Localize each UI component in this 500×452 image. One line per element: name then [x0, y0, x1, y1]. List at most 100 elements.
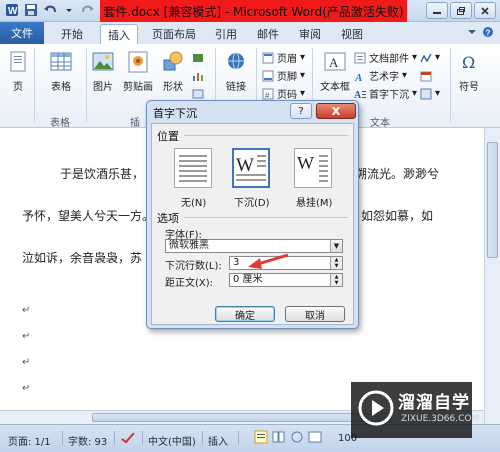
clipart-label: 剪贴画 [123, 82, 153, 93]
picture-button[interactable]: 图片 [88, 48, 118, 93]
option-none[interactable] [174, 148, 212, 188]
vertical-scrollbar[interactable] [484, 128, 500, 424]
close-button[interactable] [474, 2, 496, 19]
page-number-dropdown-icon: ▾ [300, 88, 306, 99]
shapes-icon [163, 51, 183, 71]
footer-button[interactable]: 页脚 ▾ [262, 68, 305, 83]
quick-access-toolbar: W [4, 2, 115, 18]
dropcap-margin-icon: W [297, 153, 328, 182]
dialog-close-button[interactable]: X [316, 103, 356, 119]
link-button[interactable]: 链接 [220, 48, 252, 93]
document-parts-button[interactable]: 文档部件 ▾ [354, 50, 417, 65]
page-number-icon: # [262, 88, 274, 100]
restore-button[interactable] [450, 2, 472, 19]
smartart-icon [193, 53, 203, 62]
date-time-button[interactable] [420, 68, 432, 83]
status-insert-mode[interactable]: 插入 [208, 433, 228, 448]
status-language[interactable]: 中文(中国) [148, 433, 196, 448]
screenshot-icon [192, 89, 204, 98]
save-icon[interactable] [23, 2, 39, 18]
dropcap-button[interactable]: A 首字下沉 ▾ [354, 86, 417, 101]
svg-text:W: W [297, 153, 314, 173]
font-combobox[interactable]: 微软雅黑 ▼ [165, 239, 343, 253]
symbol-button[interactable]: Ω 符号 [454, 48, 484, 93]
paragraph-mark-icon: ↵ [22, 357, 31, 368]
watermark: 溜溜自学 ZIXUE.3D66.COM [351, 382, 479, 438]
minimize-ribbon-icon[interactable] [466, 26, 478, 41]
vertical-scroll-thumb[interactable] [487, 142, 498, 258]
shapes-button[interactable]: 形状 [158, 48, 188, 93]
header-label: 页眉 [277, 54, 297, 65]
outline-view-icon[interactable] [308, 430, 322, 447]
status-page[interactable]: 页面: 1/1 [8, 433, 51, 448]
svg-text:A: A [329, 55, 339, 70]
tab-insert[interactable]: 插入 [100, 24, 138, 44]
object-icon [420, 88, 432, 99]
section-divider [184, 217, 348, 218]
reading-view-icon[interactable] [272, 430, 286, 447]
signature-line-button[interactable]: ▾ [420, 50, 440, 65]
signature-dropdown-icon: ▾ [435, 52, 441, 63]
screenshot-button[interactable] [192, 86, 204, 101]
option-dropped[interactable]: W [232, 148, 270, 188]
chart-button[interactable] [192, 68, 204, 83]
print-layout-view-icon[interactable] [254, 430, 268, 447]
distance-spinner[interactable]: 0 厘米 ▲ ▼ [229, 273, 343, 287]
drop-lines-spin-buttons[interactable]: ▲ ▼ [330, 257, 342, 269]
tab-references[interactable]: 引用 [208, 24, 244, 44]
tab-page-layout[interactable]: 页面布局 [146, 24, 202, 44]
watermark-url: ZIXUE.3D66.COM [401, 414, 480, 424]
group-label-table: 表格 [50, 118, 70, 129]
status-separator [202, 431, 203, 445]
word-app-icon[interactable]: W [4, 2, 20, 18]
proofing-icon[interactable] [120, 431, 136, 448]
ok-button[interactable]: 确定 [215, 306, 275, 322]
clipart-button[interactable]: 剪贴画 [120, 48, 156, 93]
horizontal-scroll-thumb[interactable] [92, 413, 392, 422]
header-button[interactable]: 页眉 ▾ [262, 50, 305, 65]
smartart-button[interactable] [192, 50, 204, 65]
wordart-label: 艺术字 [369, 72, 399, 83]
pages-button[interactable]: 页 [6, 48, 30, 93]
dialog-help-button[interactable]: ? [290, 103, 312, 119]
web-view-icon[interactable] [290, 430, 304, 447]
paragraph-mark-icon: ↵ [22, 305, 31, 316]
signature-line-icon [420, 53, 432, 62]
picture-label: 图片 [93, 82, 113, 93]
cancel-button[interactable]: 取消 [285, 306, 345, 322]
object-button[interactable]: ▾ [420, 86, 440, 101]
textbox-button[interactable]: A 文本框 [316, 48, 354, 93]
status-separator [114, 431, 115, 445]
undo-icon[interactable] [42, 2, 58, 18]
dropcap-label: 首字下沉 [369, 90, 409, 101]
minimize-button[interactable] [426, 2, 448, 19]
table-button[interactable]: 表格 [40, 48, 82, 93]
tab-review[interactable]: 审阅 [292, 24, 328, 44]
tab-view[interactable]: 视图 [334, 24, 370, 44]
page-number-button[interactable]: # 页码 ▾ [262, 86, 305, 101]
document-line-1-left: 于是饮酒乐甚， [60, 167, 145, 181]
tab-home[interactable]: 开始 [52, 24, 92, 44]
document-line-2-left: 予怀，望美人兮天一方。 [22, 209, 155, 223]
textbox-icon: A [324, 52, 346, 71]
undo-dropdown-icon[interactable] [61, 2, 77, 18]
wordart-button[interactable]: A 艺术字 ▾ [354, 68, 407, 83]
option-in-margin-label: 悬挂(M) [296, 198, 333, 209]
option-in-margin[interactable]: W [294, 148, 332, 188]
symbol-label: 符号 [459, 82, 479, 93]
tab-mailings[interactable]: 邮件 [250, 24, 286, 44]
chart-icon [193, 72, 203, 81]
status-word-count[interactable]: 字数: 93 [68, 433, 107, 448]
title-bar: W 套件.docx [兼容模式] - Microsoft Word(产品激活失败… [0, 0, 500, 22]
tab-file[interactable]: 文件 [0, 22, 44, 44]
distance-spin-buttons[interactable]: ▲ ▼ [330, 274, 342, 286]
dropcap-none-icon [179, 155, 207, 182]
redo-icon[interactable] [80, 2, 96, 18]
wordart-icon: A [354, 72, 362, 82]
window-title: 套件.docx [兼容模式] - Microsoft Word(产品激活失败) [100, 0, 407, 22]
font-dropdown-icon[interactable]: ▼ [330, 240, 342, 252]
header-dropdown-icon: ▾ [300, 52, 306, 63]
group-separator [34, 48, 35, 122]
distance-value: 0 厘米 [233, 274, 263, 285]
help-icon[interactable]: ? [482, 26, 494, 41]
